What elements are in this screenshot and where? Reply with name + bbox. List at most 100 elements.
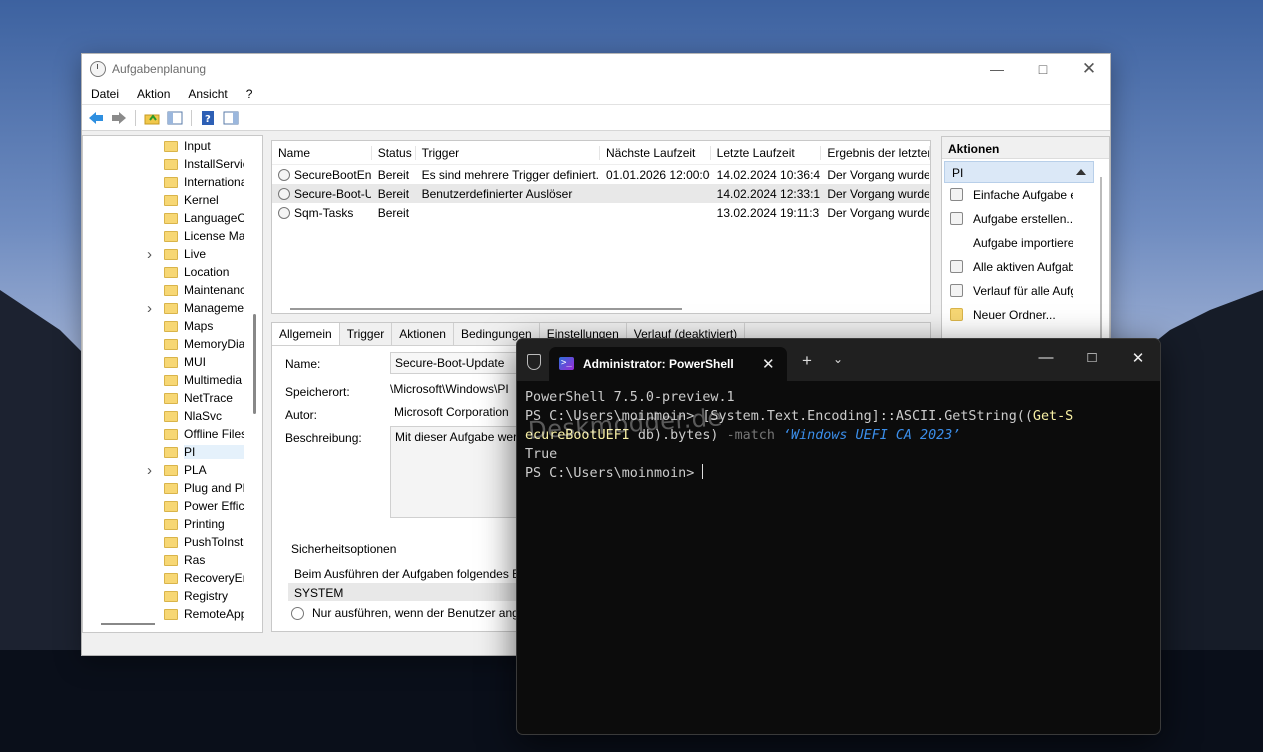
tab-aktionen[interactable]: Aktionen: [392, 323, 454, 345]
tree-item[interactable]: Registry: [83, 587, 253, 605]
tree-item[interactable]: Maintenance: [83, 281, 253, 299]
tree-item[interactable]: InstallService: [83, 155, 253, 173]
tree-item-label: NetTrace: [184, 391, 233, 405]
action-item[interactable]: Alle aktiven Aufgaben anzeigen: [942, 255, 1109, 279]
terminal-line: PowerShell 7.5.0-preview.1: [525, 390, 735, 405]
tree-item[interactable]: Printing: [83, 515, 253, 533]
forward-arrow-icon[interactable]: [109, 109, 129, 127]
location-label: Speicherort:: [285, 385, 350, 399]
column-name[interactable]: Name: [272, 145, 372, 160]
action-item[interactable]: Aufgabe erstellen...: [942, 207, 1109, 231]
action-item[interactable]: Einfache Aufgabe erstellen...: [942, 183, 1109, 207]
tree-item[interactable]: LanguageComponentsInstaller: [83, 209, 253, 227]
tree-item-label: PushToInstall: [184, 535, 244, 549]
tree-item[interactable]: PushToInstall: [83, 533, 253, 551]
task-cell-status: Bereit: [377, 186, 410, 201]
tree-item[interactable]: › PLA: [83, 461, 253, 479]
help-icon[interactable]: ?: [198, 109, 218, 127]
name-label: Name:: [285, 357, 321, 371]
chevron-down-icon[interactable]: ⌄: [833, 352, 843, 366]
folder-icon: [164, 410, 178, 422]
terminal-tab[interactable]: >_ Administrator: PowerShell ✕: [549, 347, 787, 381]
action-item[interactable]: Neuer Ordner...: [942, 303, 1109, 327]
title-bar[interactable]: Aufgabenplanung — □ ✕: [82, 54, 1110, 83]
toolbar: ?: [82, 105, 1110, 131]
maximize-button[interactable]: □: [1082, 349, 1102, 366]
tree-item-label: Input: [184, 139, 211, 153]
task-name: Sqm-Tasks: [294, 205, 354, 220]
horizontal-scrollbar[interactable]: [101, 623, 155, 625]
minimize-button[interactable]: —: [974, 54, 1020, 83]
folder-icon: [164, 518, 178, 530]
tree-item-label: International: [184, 175, 244, 189]
tree-item[interactable]: MemoryDiagnostic: [83, 335, 253, 353]
folder-icon: [164, 176, 178, 188]
close-button[interactable]: ✕: [1128, 349, 1148, 367]
tree-item-label: InstallService: [184, 157, 244, 171]
menu-datei[interactable]: Datei: [82, 87, 128, 101]
maximize-button[interactable]: □: [1020, 54, 1066, 83]
terminal-line: True: [525, 447, 558, 462]
tree-item-label: Ras: [184, 553, 206, 567]
back-arrow-icon[interactable]: [86, 109, 106, 127]
menu-ansicht[interactable]: Ansicht: [179, 87, 236, 101]
tree-item[interactable]: Offline Files: [83, 425, 253, 443]
collapse-triangle-icon[interactable]: [1076, 169, 1086, 175]
action-item[interactable]: Aufgabe importieren...: [942, 231, 1109, 255]
column-next-run[interactable]: Nächste Laufzeit: [600, 145, 711, 160]
tree-item[interactable]: NlaSvc: [83, 407, 253, 425]
tab-trigger[interactable]: Trigger: [340, 323, 393, 345]
task-row[interactable]: Sqm-Tasks Bereit 13.02.2024 19:11:37 Der Vo…: [272, 203, 930, 222]
tree-item[interactable]: Location: [83, 263, 253, 281]
toolbar-separator: [135, 109, 136, 126]
task-row[interactable]: Secure-Boot-Update Bereit Benutzerdefinier…: [272, 184, 930, 203]
list-icon: [950, 260, 963, 273]
folder-tree[interactable]: Input InstallService International Kernel La…: [82, 135, 263, 633]
column-status[interactable]: Status: [372, 145, 416, 160]
show-hide-tree-icon[interactable]: [165, 109, 185, 127]
close-tab-icon[interactable]: ✕: [762, 355, 775, 373]
tree-item[interactable]: Kernel: [83, 191, 253, 209]
column-trigger[interactable]: Trigger: [416, 145, 600, 160]
folder-icon: [164, 428, 178, 440]
folder-icon: [164, 446, 178, 458]
tree-item[interactable]: Ras: [83, 551, 253, 569]
menu-help[interactable]: ?: [237, 87, 262, 101]
tree-item[interactable]: RemoteApp: [83, 605, 253, 623]
expand-chevron-icon[interactable]: ›: [147, 246, 155, 263]
close-button[interactable]: ✕: [1066, 54, 1112, 83]
task-cell-result: Der Vorgang wurde erfolgreich beendet.: [827, 186, 930, 201]
tree-item[interactable]: Power Efficiency Diagnostics: [83, 497, 253, 515]
run-when-logged-on-radio[interactable]: [291, 607, 304, 620]
action-item-label: Aufgabe importieren...: [973, 236, 1073, 250]
new-tab-button[interactable]: +: [802, 351, 812, 371]
tree-item[interactable]: Plug and Play: [83, 479, 253, 497]
show-action-pane-icon[interactable]: [221, 109, 241, 127]
vertical-scrollbar[interactable]: [253, 314, 256, 414]
tree-item[interactable]: RecoveryEnvironment: [83, 569, 253, 587]
expand-chevron-icon[interactable]: ›: [147, 300, 155, 317]
wizard-icon: [950, 188, 963, 201]
up-folder-icon[interactable]: [142, 109, 162, 127]
horizontal-scrollbar[interactable]: [290, 308, 682, 310]
tree-item[interactable]: Maps: [83, 317, 253, 335]
tree-item[interactable]: › Management: [83, 299, 253, 317]
task-row[interactable]: SecureBootEncodeUEFI Bereit Es sind mehrer…: [272, 165, 930, 184]
tree-item[interactable]: NetTrace: [83, 389, 253, 407]
actions-group-pi[interactable]: PI: [944, 161, 1094, 183]
tree-item[interactable]: Multimedia: [83, 371, 253, 389]
minimize-button[interactable]: —: [1036, 349, 1056, 366]
tree-item[interactable]: License Manager: [83, 227, 253, 245]
expand-chevron-icon[interactable]: ›: [147, 462, 155, 479]
tree-item[interactable]: › Live: [83, 245, 253, 263]
task-cell-result: Der Vorgang wurde erfolgreich beendet.: [827, 205, 930, 220]
menu-aktion[interactable]: Aktion: [128, 87, 179, 101]
tab-allgemein[interactable]: Allgemein: [272, 323, 340, 345]
action-item[interactable]: Verlauf für alle Aufgaben aktivieren: [942, 279, 1109, 303]
column-last-run[interactable]: Letzte Laufzeit: [711, 145, 822, 160]
tree-item[interactable]: PI: [83, 443, 253, 461]
tree-item[interactable]: International: [83, 173, 253, 191]
tree-item[interactable]: MUI: [83, 353, 253, 371]
tree-item[interactable]: Input: [83, 137, 253, 155]
column-last-result[interactable]: Ergebnis der letzten Ausführung: [821, 145, 930, 160]
